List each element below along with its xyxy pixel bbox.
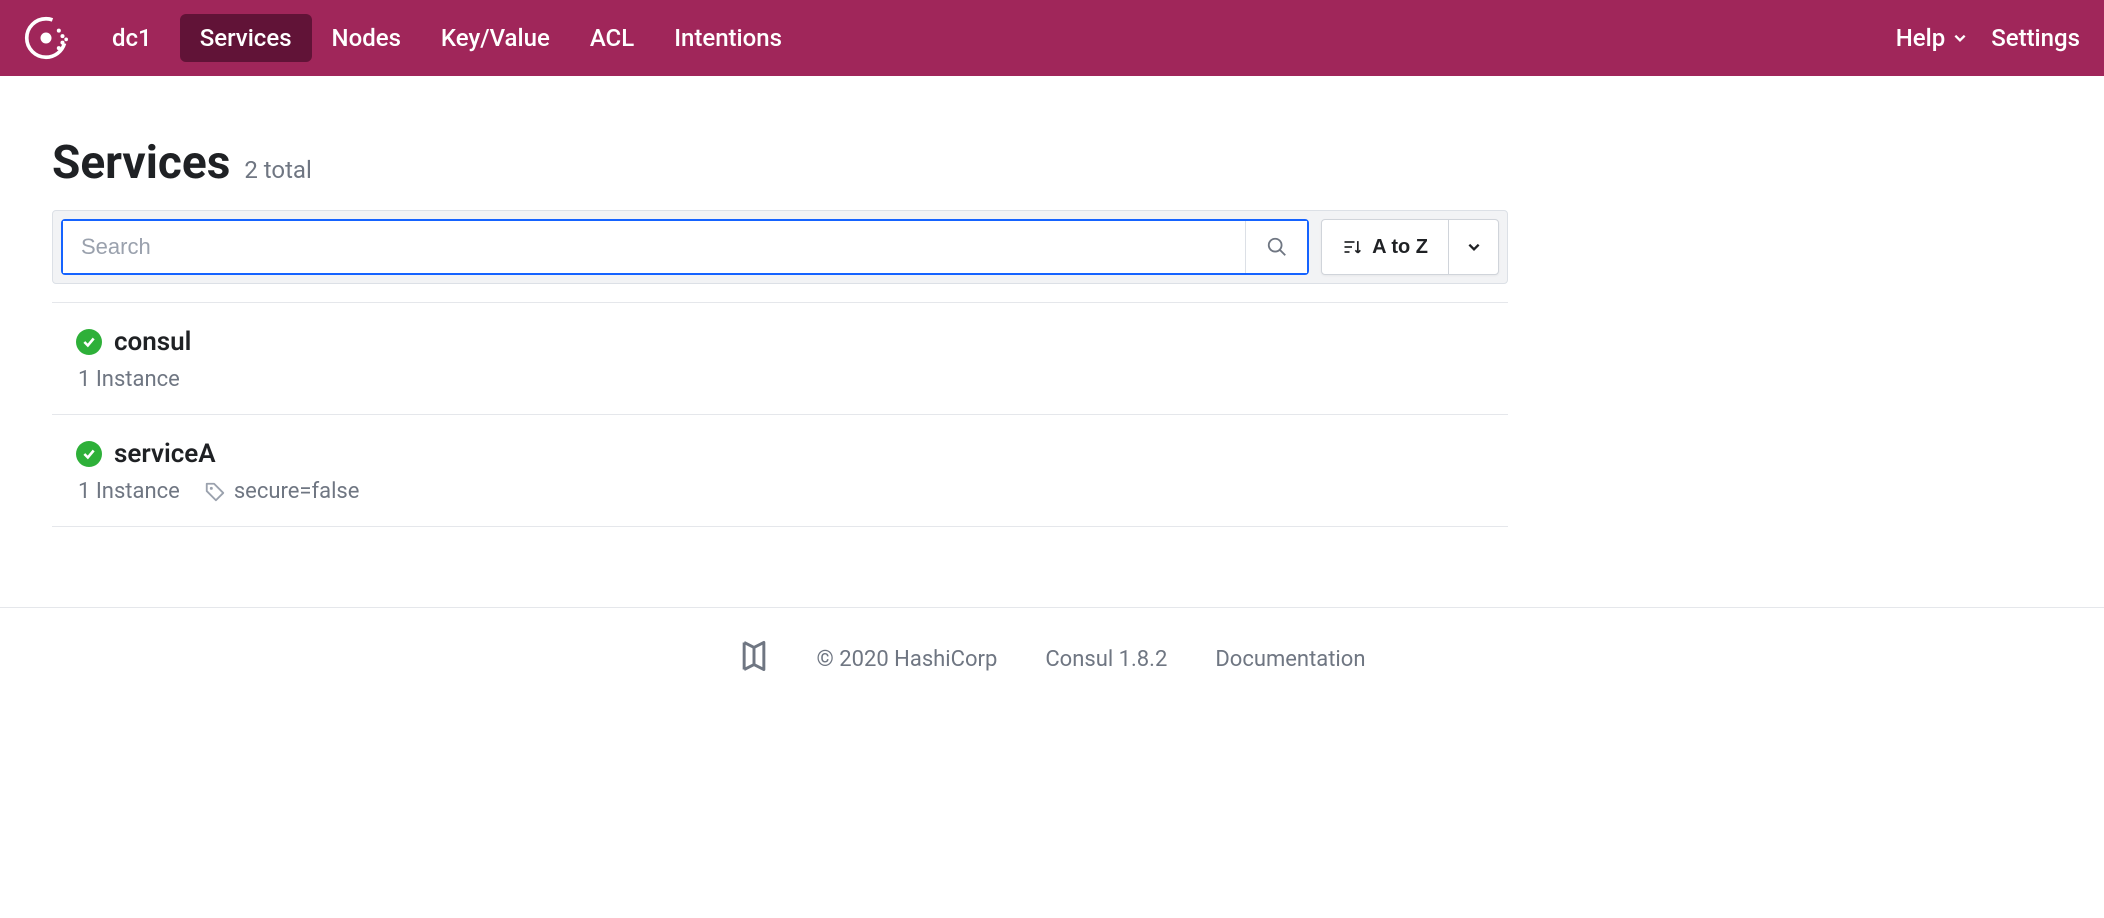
tag-text: secure=false [234,479,360,504]
help-label: Help [1896,24,1946,52]
sort-label: A to Z [1372,236,1428,259]
nav-key-value[interactable]: Key/Value [421,14,570,62]
main-content: Services 2 total A to Z [0,76,1560,567]
nav-nodes[interactable]: Nodes [312,14,421,62]
top-nav: dc1 Services Nodes Key/Value ACL Intenti… [0,0,2104,76]
chevron-down-icon [1467,240,1481,254]
settings-link[interactable]: Settings [1991,24,2080,52]
footer-copyright[interactable]: © 2020 HashiCorp [817,647,998,672]
service-list: consul 1 Instance serviceA 1 Instance [52,302,1508,527]
service-tag: secure=false [204,479,360,504]
footer-version[interactable]: Consul 1.8.2 [1045,647,1167,672]
datacenter-selector[interactable]: dc1 [92,14,172,62]
sort-group: A to Z [1321,219,1499,275]
tag-icon [204,481,226,503]
chevron-down-icon [1953,31,1967,45]
service-row[interactable]: serviceA 1 Instance secure=false [52,415,1508,527]
sort-dropdown-toggle[interactable] [1448,220,1498,274]
instance-count: 1 Instance [78,367,180,392]
sort-icon [1342,237,1362,257]
page-count: 2 total [244,156,312,184]
search-button[interactable] [1245,221,1307,273]
service-name: consul [114,327,191,357]
service-row[interactable]: consul 1 Instance [52,303,1508,415]
help-menu[interactable]: Help [1896,24,1968,52]
footer: © 2020 HashiCorp Consul 1.8.2 Documentat… [0,607,2104,710]
status-healthy-icon [76,441,102,467]
filter-bar: A to Z [52,210,1508,284]
page-title: Services [52,136,230,190]
nav-acl[interactable]: ACL [570,14,654,62]
nav-right: Help Settings [1896,24,2080,52]
instance-count: 1 Instance [78,479,180,504]
search-group [61,219,1309,275]
sort-button[interactable]: A to Z [1322,220,1448,274]
nav-intentions[interactable]: Intentions [654,14,802,62]
footer-docs-link[interactable]: Documentation [1215,647,1365,672]
search-icon [1266,236,1288,258]
page-header: Services 2 total [52,136,1508,190]
nav-services[interactable]: Services [180,14,312,62]
search-input[interactable] [63,221,1245,273]
consul-logo [24,16,68,60]
hashicorp-logo-icon [739,640,769,678]
nav-left: dc1 Services Nodes Key/Value ACL Intenti… [92,14,802,62]
status-healthy-icon [76,329,102,355]
service-name: serviceA [114,439,216,469]
